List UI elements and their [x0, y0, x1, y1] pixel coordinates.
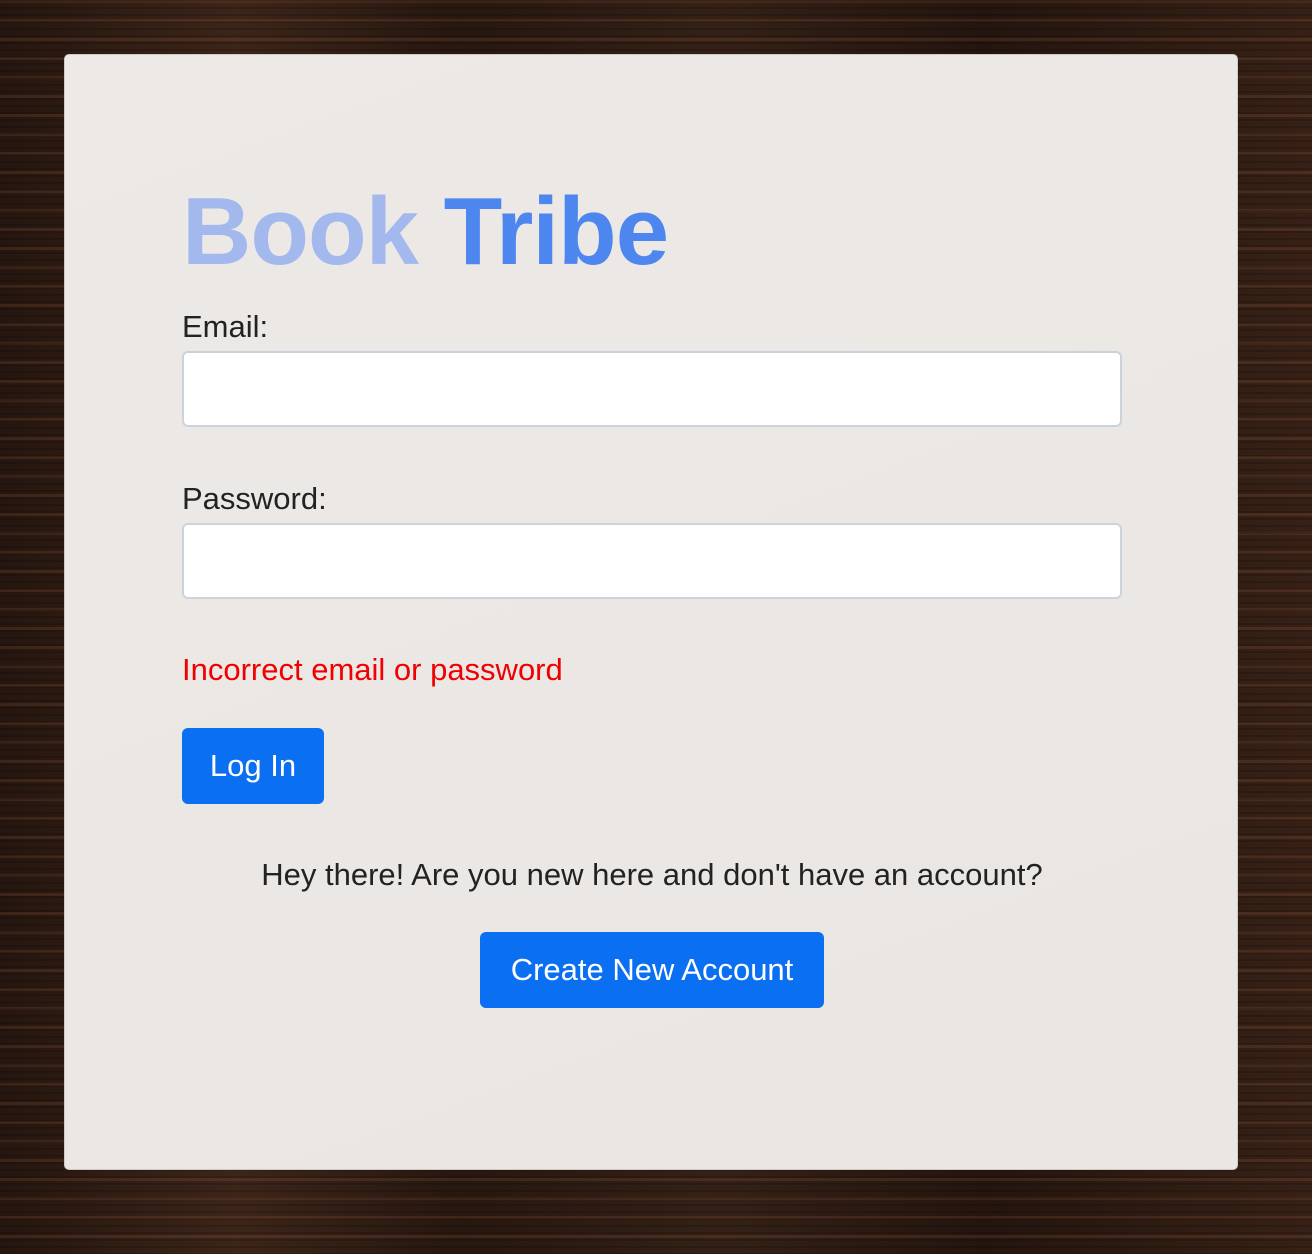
email-label: Email:: [182, 309, 269, 344]
signup-prompt: Hey there! Are you new here and don't ha…: [261, 857, 1043, 892]
brand-title: Book Tribe: [182, 177, 669, 287]
login-card: Book Tribe Email: Password: Incorrect em…: [64, 54, 1238, 1170]
login-error-message: Incorrect email or password: [182, 652, 563, 687]
brand-title-book: Book: [182, 178, 419, 285]
email-field[interactable]: [182, 351, 1122, 427]
password-label: Password:: [182, 481, 327, 516]
login-button[interactable]: Log In: [182, 728, 324, 804]
password-field[interactable]: [182, 523, 1122, 599]
brand-title-tribe: Tribe: [443, 178, 669, 285]
create-account-button[interactable]: Create New Account: [480, 932, 824, 1008]
